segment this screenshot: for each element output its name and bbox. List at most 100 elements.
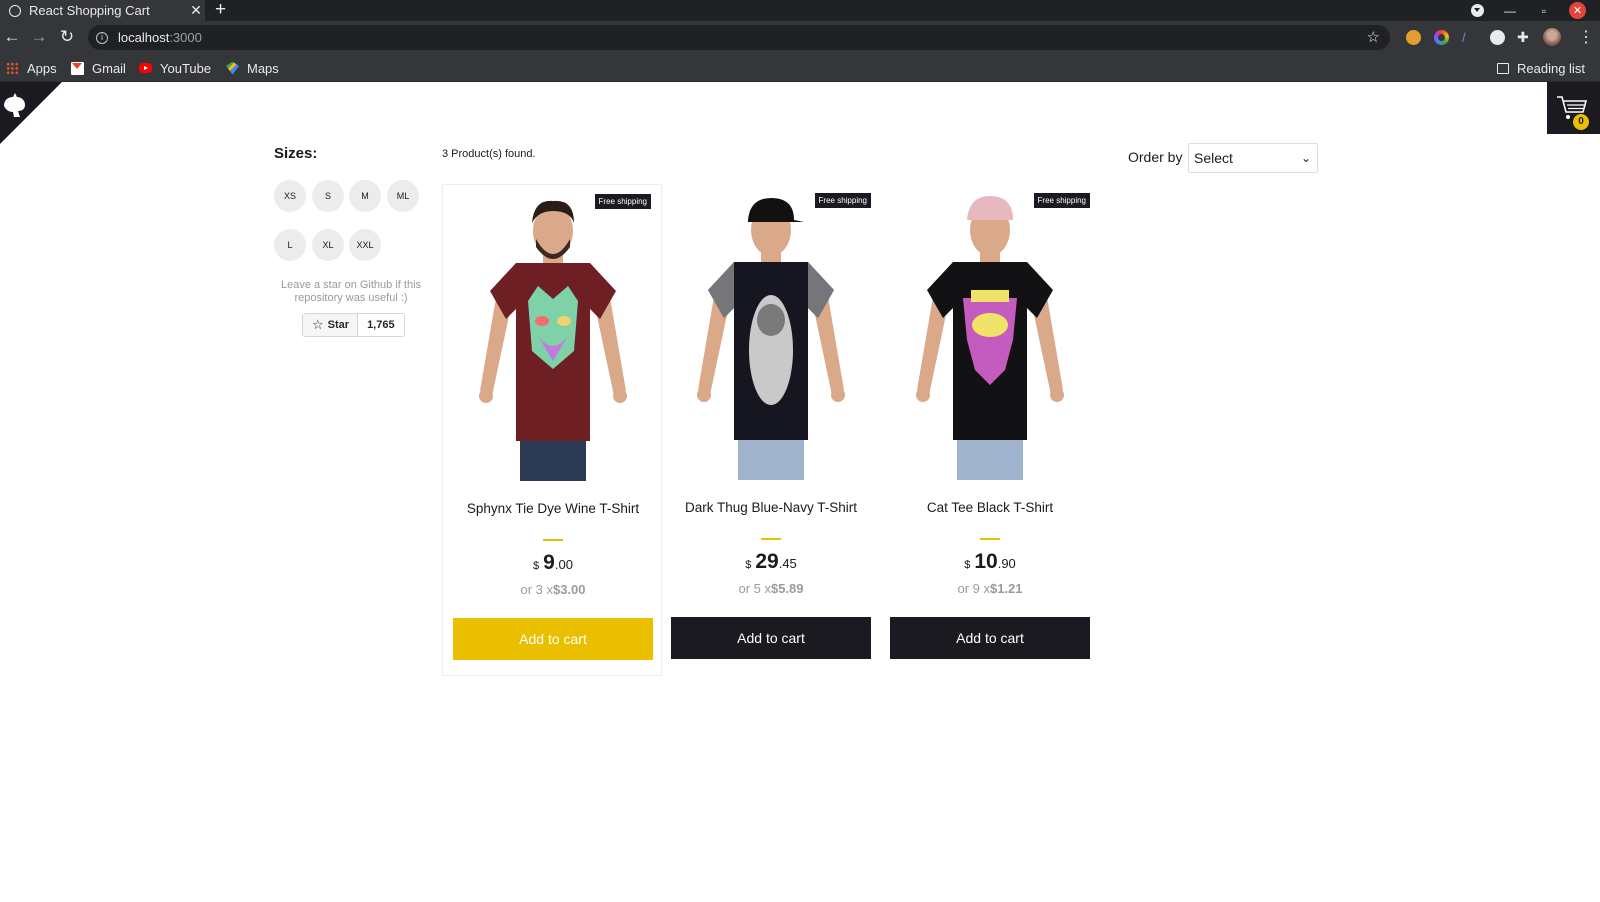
bookmark-gmail[interactable]: Gmail xyxy=(71,59,126,77)
page-content: 0 Sizes: XS S M ML L XL XXL Leave a star… xyxy=(0,82,1600,902)
size-filter-ml[interactable]: ML xyxy=(387,180,419,212)
url-host: localhost xyxy=(118,30,170,45)
title-divider xyxy=(543,539,563,541)
product-price: $29.45 xyxy=(661,550,881,574)
product-price: $9.00 xyxy=(443,551,663,575)
product-image xyxy=(916,196,1064,480)
browser-tab-bar: React Shopping Cart ✕ + — ▫ ✕ xyxy=(0,0,1600,21)
bookmark-star-icon[interactable]: ☆ xyxy=(1367,28,1380,46)
product-card[interactable]: Free shipping Cat Tee Black T-Shirt $10.… xyxy=(880,184,1100,676)
tab-close-icon[interactable]: ✕ xyxy=(187,2,205,19)
color-extension-icon[interactable] xyxy=(1434,30,1449,45)
bookmark-apps[interactable]: Apps xyxy=(6,59,57,77)
site-info-icon[interactable]: i xyxy=(96,31,108,44)
profile-avatar[interactable] xyxy=(1543,28,1561,46)
browser-toolbar: ← → ↻ i localhost :3000 ☆ / ✚ ⋮ xyxy=(0,21,1600,54)
bookmark-label: Gmail xyxy=(92,60,126,76)
url-port: :3000 xyxy=(169,30,202,45)
new-tab-icon[interactable]: + xyxy=(215,0,226,21)
product-title: Cat Tee Black T-Shirt xyxy=(926,500,1054,515)
chevron-down-icon: ⌄ xyxy=(1300,151,1311,165)
bookmark-label: Apps xyxy=(27,60,57,76)
price-currency: $ xyxy=(533,560,540,572)
product-image xyxy=(697,198,845,480)
price-decimal: .45 xyxy=(778,556,797,571)
add-to-cart-button[interactable]: Add to cart xyxy=(671,617,871,659)
github-star-widget: ☆ Star 1,765 xyxy=(302,313,405,337)
sizes-filter-title: Sizes: xyxy=(274,145,318,162)
size-filter-xxl[interactable]: XXL xyxy=(349,229,381,261)
product-price: $10.90 xyxy=(880,550,1100,574)
bookmark-label: YouTube xyxy=(160,60,212,76)
react-favicon-icon xyxy=(9,4,21,17)
github-star-button[interactable]: ☆ Star xyxy=(303,314,359,336)
star-label: Star xyxy=(327,319,350,331)
github-star-count[interactable]: 1,765 xyxy=(358,314,404,336)
price-integer: 10 xyxy=(974,550,998,573)
star-outline-icon: ☆ xyxy=(312,317,324,333)
forward-arrow-icon[interactable]: → xyxy=(29,27,49,47)
product-title: Sphynx Tie Dye Wine T-Shirt xyxy=(466,501,640,516)
title-divider xyxy=(980,538,1000,540)
installment-value: $1.21 xyxy=(989,581,1023,596)
installment-prefix: or 3 x xyxy=(520,582,553,597)
reload-icon[interactable]: ↻ xyxy=(57,27,77,47)
price-currency: $ xyxy=(964,559,971,571)
size-filter-xs[interactable]: XS xyxy=(274,180,306,212)
product-installment: or 9 x$1.21 xyxy=(880,581,1100,596)
window-maximize-icon[interactable]: ▫ xyxy=(1537,0,1551,21)
window-profile-icon[interactable] xyxy=(1468,0,1486,21)
price-decimal: .00 xyxy=(554,557,573,572)
installment-prefix: or 5 x xyxy=(738,581,771,596)
size-filter-s[interactable]: S xyxy=(312,180,344,212)
price-integer: 29 xyxy=(755,550,779,573)
product-card[interactable]: Free shipping Sphynx Tie Dye Wine T-Shir… xyxy=(442,184,662,676)
add-to-cart-button[interactable]: Add to cart xyxy=(890,617,1090,659)
address-bar[interactable]: i localhost :3000 ☆ xyxy=(88,25,1390,50)
installment-value: $3.00 xyxy=(552,582,586,597)
globe-extension-icon[interactable] xyxy=(1490,30,1505,45)
product-card[interactable]: Free shipping Dark Thug Blue-Navy T-Shir… xyxy=(661,184,881,676)
product-title: Dark Thug Blue-Navy T-Shirt xyxy=(684,500,858,515)
installment-prefix: or 9 x xyxy=(957,581,990,596)
gmail-icon xyxy=(71,61,84,75)
maps-icon xyxy=(226,61,239,75)
feather-extension-icon[interactable]: / xyxy=(1462,30,1477,45)
size-filter-m[interactable]: M xyxy=(349,180,381,212)
size-filter-xl[interactable]: XL xyxy=(312,229,344,261)
size-filter-l[interactable]: L xyxy=(274,229,306,261)
apps-grid-icon xyxy=(6,61,19,75)
product-installment: or 5 x$5.89 xyxy=(661,581,881,596)
price-decimal: .90 xyxy=(997,556,1016,571)
github-star-note: Leave a star on Github if this repositor… xyxy=(280,279,422,304)
cart-quantity-badge: 0 xyxy=(1573,114,1589,130)
reading-list-button[interactable]: Reading list xyxy=(1497,59,1585,77)
back-arrow-icon[interactable]: ← xyxy=(2,27,22,47)
reading-list-label: Reading list xyxy=(1517,60,1585,76)
bookmark-maps[interactable]: Maps xyxy=(226,59,279,77)
cookie-extension-icon[interactable] xyxy=(1406,30,1421,45)
bookmarks-bar: Apps Gmail YouTube Maps Reading list xyxy=(0,54,1600,82)
product-image xyxy=(479,200,627,481)
extensions-puzzle-icon[interactable]: ✚ xyxy=(1517,30,1532,45)
order-by-select[interactable]: Select ⌄ xyxy=(1188,143,1318,173)
installment-value: $5.89 xyxy=(770,581,804,596)
floating-cart-button[interactable]: 0 xyxy=(1547,82,1600,134)
reading-list-icon xyxy=(1497,62,1509,74)
browser-menu-icon[interactable]: ⋮ xyxy=(1578,30,1594,46)
products-found-count: 3 Product(s) found. xyxy=(442,148,536,160)
github-octocat-icon[interactable] xyxy=(1,92,31,118)
order-selected-value: Select xyxy=(1194,150,1233,166)
browser-tab[interactable]: React Shopping Cart ✕ xyxy=(0,0,205,21)
youtube-icon xyxy=(139,63,152,73)
bookmark-label: Maps xyxy=(247,60,279,76)
product-installment: or 3 x$3.00 xyxy=(443,582,663,597)
tab-title: React Shopping Cart xyxy=(29,3,150,18)
title-divider xyxy=(761,538,781,540)
order-by-label: Order by xyxy=(1128,149,1183,165)
add-to-cart-button[interactable]: Add to cart xyxy=(453,618,653,660)
window-minimize-icon[interactable]: — xyxy=(1503,0,1517,21)
window-close-icon[interactable]: ✕ xyxy=(1569,2,1586,19)
price-currency: $ xyxy=(745,559,752,571)
bookmark-youtube[interactable]: YouTube xyxy=(139,59,211,77)
